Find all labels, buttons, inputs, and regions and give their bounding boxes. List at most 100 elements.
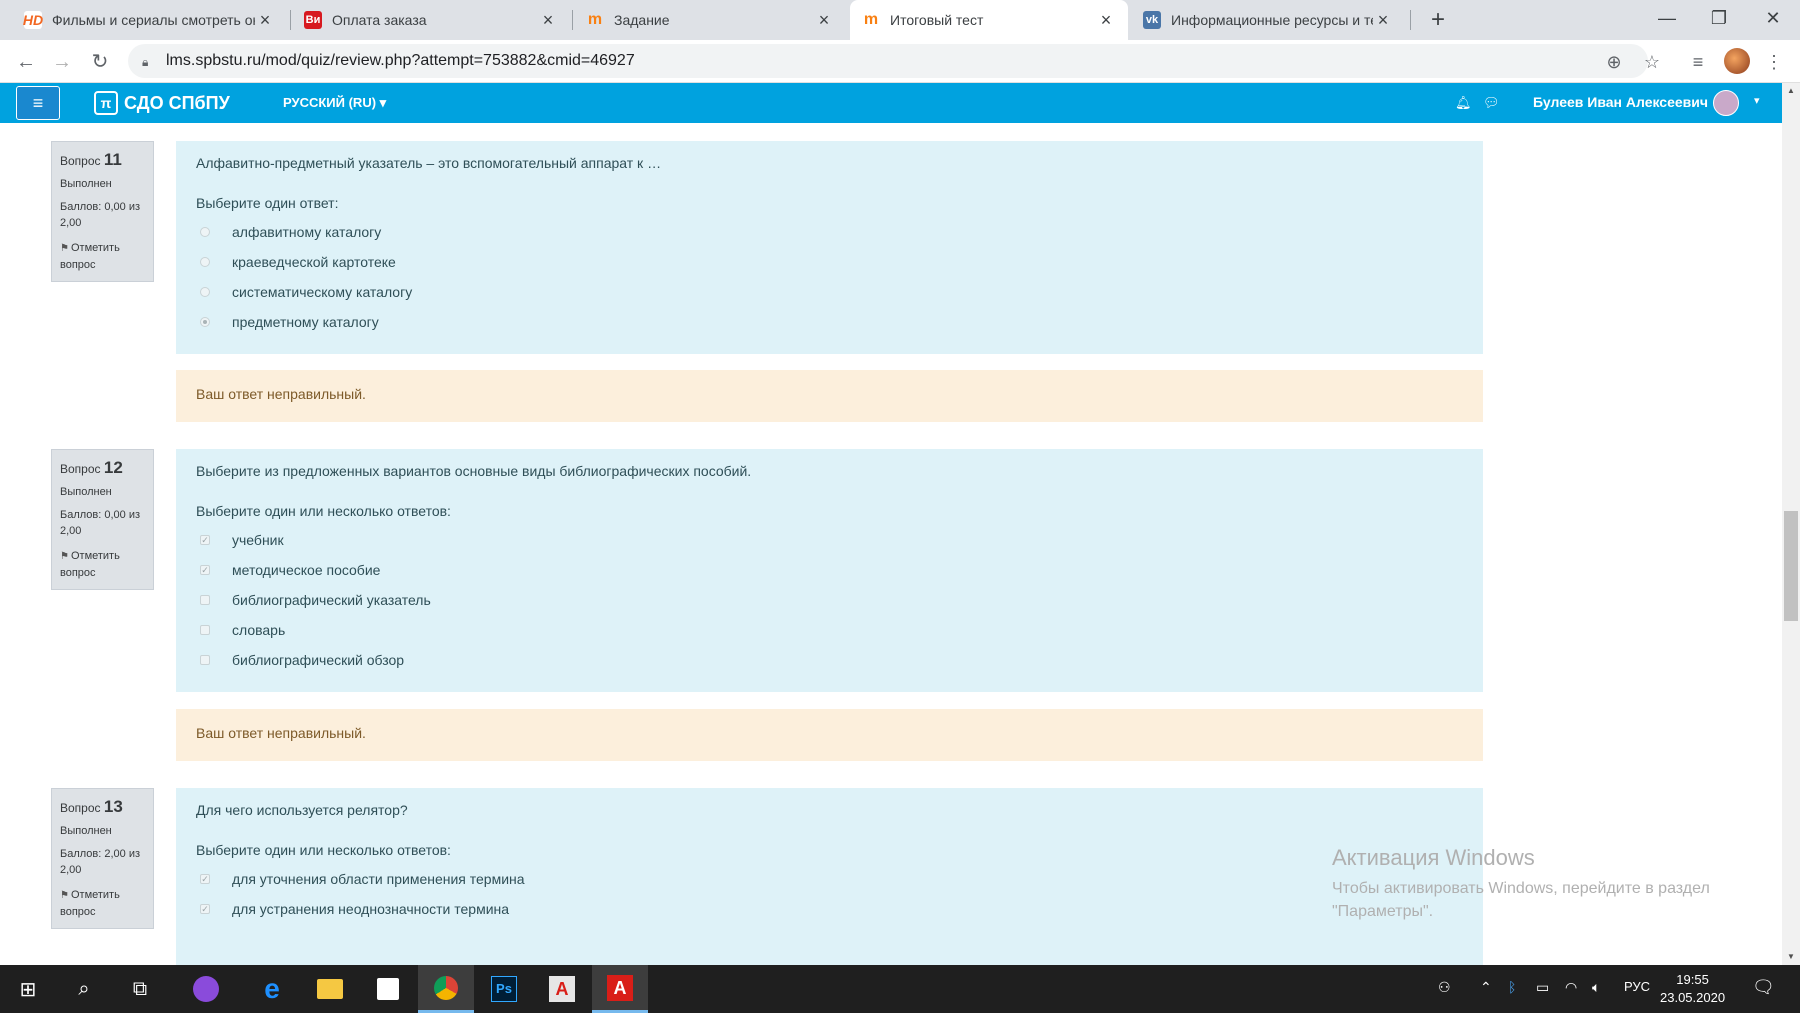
- close-icon[interactable]: ×: [814, 10, 834, 31]
- notifications-icon[interactable]: 🗨︎: [1752, 977, 1775, 998]
- tab-title: Фильмы и сериалы смотреть он: [52, 12, 255, 28]
- question-number: 12: [103, 458, 123, 477]
- caret-down-icon: ▾: [379, 95, 387, 110]
- answer-prompt: Выберите один или несколько ответов:: [196, 842, 451, 858]
- close-window-button[interactable]: ✕: [1746, 0, 1800, 36]
- search-icon[interactable]: ⌕: [56, 965, 112, 1013]
- site-brand[interactable]: π СДО СПбПУ: [94, 91, 230, 115]
- close-icon[interactable]: ×: [1096, 10, 1116, 31]
- acrobat-icon[interactable]: A: [534, 965, 590, 1013]
- people-icon[interactable]: ⚇: [1438, 979, 1451, 996]
- bell-icon[interactable]: 🔔︎: [1455, 95, 1472, 111]
- acrobat-reader-icon[interactable]: A: [592, 965, 648, 1013]
- minimize-button[interactable]: —: [1640, 0, 1694, 36]
- checkbox-checked[interactable]: ✓: [200, 535, 210, 545]
- flag-question-link[interactable]: ⚑ Отметить вопрос: [60, 548, 145, 581]
- file-explorer-icon[interactable]: [302, 965, 358, 1013]
- url-text: lms.spbstu.ru/mod/quiz/review.php?attemp…: [166, 52, 635, 69]
- user-name[interactable]: Булеев Иван Алексеевич: [1533, 94, 1708, 110]
- scrollbar-thumb[interactable]: [1784, 511, 1798, 621]
- answer-option[interactable]: словарь: [196, 615, 1463, 645]
- answer-option[interactable]: алфавитному каталогу: [196, 217, 1463, 247]
- radio-button-selected[interactable]: [200, 317, 210, 327]
- hamburger-menu-button[interactable]: ≡: [16, 86, 60, 120]
- answer-option[interactable]: краеведческой картотеке: [196, 247, 1463, 277]
- store-icon[interactable]: [360, 965, 416, 1013]
- checkbox-checked[interactable]: ✓: [200, 874, 210, 884]
- flag-icon: ⚑: [60, 890, 69, 901]
- photoshop-icon[interactable]: Ps: [476, 965, 532, 1013]
- browser-tab[interactable]: Ви Оплата заказа ×: [292, 0, 570, 40]
- watermark-text: Чтобы активировать Windows, перейдите в …: [1332, 880, 1710, 920]
- back-button[interactable]: ←: [12, 48, 40, 76]
- answer-option[interactable]: предметному каталогу: [196, 307, 1463, 337]
- browser-tab[interactable]: HD Фильмы и сериалы смотреть он ×: [12, 0, 287, 40]
- chevron-up-icon[interactable]: ⌃: [1480, 979, 1492, 996]
- question-state: Выполнен: [60, 178, 112, 190]
- question-formulation: Алфавитно-предметный указатель – это всп…: [176, 141, 1483, 354]
- alice-assistant-icon[interactable]: [178, 965, 234, 1013]
- zoom-icon[interactable]: ⊕: [1602, 50, 1626, 74]
- question-grade: Баллов: 0,00 из 2,00: [60, 201, 141, 229]
- forward-button[interactable]: →: [48, 48, 76, 76]
- answer-option[interactable]: библиографический указатель: [196, 585, 1463, 615]
- battery-icon[interactable]: ▭: [1536, 979, 1549, 996]
- flag-question-link[interactable]: ⚑ Отметить вопрос: [60, 887, 145, 920]
- clock-time: 19:55: [1676, 972, 1709, 987]
- edge-icon[interactable]: e: [244, 965, 300, 1013]
- radio-button[interactable]: [200, 227, 210, 237]
- close-icon[interactable]: ×: [538, 10, 558, 31]
- question-state: Выполнен: [60, 486, 112, 498]
- tab-title: Оплата заказа: [332, 12, 427, 28]
- scroll-up-arrow[interactable]: ▲: [1782, 83, 1800, 99]
- page-scrollbar[interactable]: ▲ ▼: [1782, 83, 1800, 965]
- chat-icon[interactable]: 💬︎: [1483, 95, 1500, 111]
- flag-question-link[interactable]: ⚑ Отметить вопрос: [60, 240, 145, 273]
- user-avatar[interactable]: [1713, 90, 1739, 116]
- bookmark-star-icon[interactable]: ☆: [1640, 50, 1664, 74]
- browser-tab[interactable]: m Задание ×: [574, 0, 846, 40]
- close-icon[interactable]: ×: [1373, 10, 1393, 31]
- radio-button[interactable]: [200, 257, 210, 267]
- bluetooth-icon[interactable]: ᛒ: [1508, 979, 1516, 995]
- windows-start-icon[interactable]: ⊞: [0, 965, 56, 1013]
- question-text: Для чего используется релятор?: [196, 802, 408, 818]
- task-view-icon[interactable]: ⧉: [112, 965, 168, 1013]
- address-bar[interactable]: 🔒︎ lms.spbstu.ru/mod/quiz/review.php?att…: [128, 44, 1648, 78]
- brand-text: СДО СПбПУ: [124, 92, 230, 113]
- question-grade: Баллов: 0,00 из 2,00: [60, 509, 141, 537]
- checkbox[interactable]: [200, 595, 210, 605]
- system-clock[interactable]: 19:55 23.05.2020: [1660, 971, 1725, 1007]
- question-formulation: Для чего используется релятор? Выберите …: [176, 788, 1483, 965]
- input-language[interactable]: РУС: [1624, 979, 1650, 994]
- answer-option[interactable]: ✓ для устранения неоднозначности термина: [196, 894, 1463, 924]
- media-control-icon[interactable]: ≡: [1686, 50, 1710, 74]
- browser-tab-active[interactable]: m Итоговый тест ×: [850, 0, 1128, 40]
- answer-option[interactable]: систематическому каталогу: [196, 277, 1463, 307]
- answer-option[interactable]: библиографический обзор: [196, 645, 1463, 675]
- wifi-icon[interactable]: ◠: [1565, 979, 1577, 996]
- menu-icon[interactable]: ⋮: [1762, 50, 1786, 74]
- tab-separator: [1410, 10, 1411, 30]
- answer-option[interactable]: ✓ для уточнения области применения термин…: [196, 864, 1463, 894]
- answer-prompt: Выберите один или несколько ответов:: [196, 503, 451, 519]
- answer-option[interactable]: ✓ методическое пособие: [196, 555, 1463, 585]
- answer-option[interactable]: ✓ учебник: [196, 525, 1463, 555]
- checkbox[interactable]: [200, 625, 210, 635]
- checkbox-checked[interactable]: ✓: [200, 904, 210, 914]
- flag-icon: ⚑: [60, 551, 69, 562]
- checkbox-checked[interactable]: ✓: [200, 565, 210, 575]
- profile-avatar[interactable]: [1724, 48, 1750, 74]
- chrome-icon[interactable]: [418, 965, 474, 1013]
- browser-tab[interactable]: vk Информационные ресурсы и те ×: [1131, 0, 1405, 40]
- reload-button[interactable]: ↻: [86, 48, 114, 76]
- volume-icon[interactable]: 🔈︎: [1592, 979, 1600, 996]
- restore-button[interactable]: ❐: [1692, 0, 1746, 36]
- new-tab-button[interactable]: +: [1422, 4, 1454, 36]
- scroll-down-arrow[interactable]: ▼: [1782, 949, 1800, 965]
- close-icon[interactable]: ×: [255, 10, 275, 31]
- language-dropdown[interactable]: РУССКИЙ (RU) ▾: [283, 95, 386, 111]
- radio-button[interactable]: [200, 287, 210, 297]
- caret-down-icon[interactable]: ▾: [1754, 94, 1760, 107]
- checkbox[interactable]: [200, 655, 210, 665]
